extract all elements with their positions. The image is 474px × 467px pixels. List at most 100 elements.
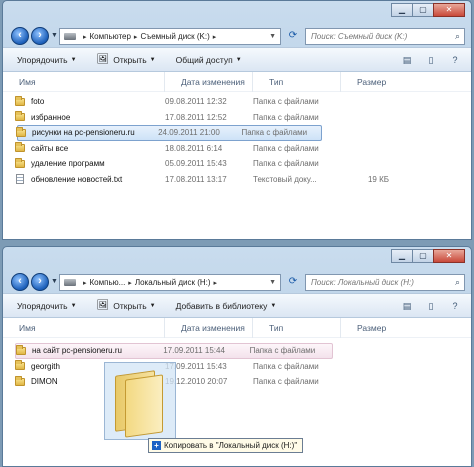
back-button[interactable]: ‹ bbox=[11, 273, 29, 291]
chevron-down-icon: ▼ bbox=[270, 302, 277, 309]
close-button[interactable]: ✕ bbox=[433, 249, 465, 263]
breadcrumb-removable-disk[interactable]: Съемный диск (K:) bbox=[140, 32, 209, 41]
search-icon[interactable]: ⌕ bbox=[455, 31, 460, 42]
chevron-down-icon: ▼ bbox=[70, 56, 77, 63]
maximize-button[interactable]: ▢ bbox=[412, 3, 434, 17]
forward-button[interactable]: › bbox=[31, 273, 49, 291]
file-row[interactable]: обновление новостей.txt 17.08.2011 13:17… bbox=[15, 172, 457, 188]
add-to-library-label: Добавить в библиотеку bbox=[175, 300, 268, 311]
file-date: 17.09.2011 15:44 bbox=[163, 346, 225, 356]
file-name: сайты все bbox=[31, 143, 69, 153]
copy-tooltip-text: Копировать в "Локальный диск (H:)" bbox=[164, 441, 298, 450]
file-name: DIMON bbox=[31, 377, 58, 387]
back-button[interactable]: ‹ bbox=[11, 27, 29, 45]
file-type: Папка с файлами bbox=[253, 143, 319, 153]
organize-button[interactable]: Упорядочить ▼ bbox=[17, 55, 77, 65]
organize-label: Упорядочить bbox=[17, 300, 68, 311]
copy-tooltip: + Копировать в "Локальный диск (H:)" bbox=[148, 438, 304, 453]
column-header-name[interactable]: Имя bbox=[3, 317, 165, 338]
folder-icon bbox=[15, 360, 25, 371]
file-row[interactable]: DIMON 19.12.2010 20:07 Папка с файлами bbox=[15, 374, 457, 390]
search-input[interactable] bbox=[311, 32, 446, 41]
folder-icon bbox=[16, 344, 26, 355]
file-row[interactable]: georgith 17.09.2011 15:43 Папка с файлам… bbox=[15, 359, 457, 375]
recent-pages-dropdown[interactable]: ▼ bbox=[51, 32, 58, 39]
search-box[interactable]: ⌕ bbox=[305, 274, 465, 291]
chevron-down-icon: ▼ bbox=[70, 302, 77, 309]
window-controls: ▁ ▢ ✕ bbox=[391, 3, 465, 17]
preview-pane-icon[interactable]: ▯ bbox=[423, 53, 439, 67]
column-header-date[interactable]: Дата изменения bbox=[165, 71, 253, 92]
folder-icon bbox=[15, 111, 25, 122]
preview-pane-icon[interactable]: ▯ bbox=[423, 299, 439, 313]
file-date: 19.12.2010 20:07 bbox=[165, 377, 228, 387]
file-type: Папка с файлами bbox=[241, 128, 308, 138]
file-name: foto bbox=[31, 97, 45, 107]
column-header-type[interactable]: Тип bbox=[253, 317, 341, 338]
refresh-button[interactable]: ⟳ bbox=[284, 274, 302, 291]
address-bar[interactable]: ▸ Компью... ▸ Локальный диск (H:) ▸ ▼ bbox=[59, 274, 281, 291]
title-bar[interactable]: ▁ ▢ ✕ bbox=[3, 1, 471, 25]
file-row-selected[interactable]: рисунки на pc-pensioneru.ru 24.09.2011 2… bbox=[16, 125, 322, 141]
file-row[interactable]: избранное 17.08.2011 12:52 Папка с файла… bbox=[15, 110, 457, 126]
chevron-right-icon[interactable]: ▸ bbox=[83, 279, 87, 287]
chevron-right-icon[interactable]: ▸ bbox=[134, 33, 138, 41]
forward-button[interactable]: › bbox=[31, 27, 49, 45]
view-options-icon[interactable]: ▤ bbox=[399, 53, 415, 67]
close-button[interactable]: ✕ bbox=[433, 3, 465, 17]
open-button[interactable]: 🖼 Открыть ▼ bbox=[97, 300, 156, 311]
file-list: Имя Дата изменения Тип Размер foto 09.08… bbox=[3, 71, 471, 239]
chevron-right-icon[interactable]: ▸ bbox=[214, 279, 218, 287]
column-header-type[interactable]: Тип bbox=[253, 71, 341, 92]
file-type: Папка с файлами bbox=[253, 97, 319, 107]
address-dropdown-icon[interactable]: ▼ bbox=[269, 279, 276, 286]
command-bar: Упорядочить ▼ 🖼 Открыть ▼ Общий доступ ▼ ▤ ▯… bbox=[3, 47, 471, 72]
file-name: на сайт pc-pensioneru.ru bbox=[32, 346, 122, 356]
file-date: 18.08.2011 6:14 bbox=[165, 143, 223, 153]
share-label: Общий доступ bbox=[175, 54, 233, 65]
chevron-down-icon: ▼ bbox=[235, 56, 242, 63]
organize-button[interactable]: Упорядочить ▼ bbox=[17, 301, 77, 311]
chevron-down-icon: ▼ bbox=[149, 302, 156, 309]
share-button[interactable]: Общий доступ ▼ bbox=[176, 55, 242, 65]
recent-pages-dropdown[interactable]: ▼ bbox=[51, 278, 58, 285]
column-header-name[interactable]: Имя bbox=[3, 71, 165, 92]
open-label: Открыть bbox=[113, 54, 147, 65]
column-header-size[interactable]: Размер bbox=[341, 318, 401, 338]
minimize-button[interactable]: ▁ bbox=[391, 249, 413, 263]
drive-icon bbox=[64, 33, 76, 40]
add-to-library-button[interactable]: Добавить в библиотеку ▼ bbox=[176, 301, 277, 311]
address-dropdown-icon[interactable]: ▼ bbox=[269, 33, 276, 40]
chevron-right-icon[interactable]: ▸ bbox=[213, 33, 217, 41]
breadcrumb-local-disk[interactable]: Локальный диск (H:) bbox=[135, 278, 211, 287]
file-name: избранное bbox=[31, 112, 71, 122]
search-input[interactable] bbox=[311, 278, 446, 287]
file-row[interactable]: удаление программ 05.09.2011 15:43 Папка… bbox=[15, 156, 457, 172]
open-button[interactable]: 🖼 Открыть ▼ bbox=[97, 54, 156, 65]
chevron-right-icon[interactable]: ▸ bbox=[83, 33, 87, 41]
help-icon[interactable]: ? bbox=[447, 299, 463, 313]
file-name: рисунки на pc-pensioneru.ru bbox=[32, 128, 135, 138]
drive-icon bbox=[64, 279, 76, 286]
search-icon[interactable]: ⌕ bbox=[455, 277, 460, 288]
maximize-button[interactable]: ▢ bbox=[412, 249, 434, 263]
help-icon[interactable]: ? bbox=[447, 53, 463, 67]
search-box[interactable]: ⌕ bbox=[305, 28, 465, 45]
breadcrumb-computer[interactable]: Компьютер bbox=[90, 32, 131, 41]
minimize-button[interactable]: ▁ bbox=[391, 3, 413, 17]
chevron-right-icon[interactable]: ▸ bbox=[128, 279, 132, 287]
title-bar[interactable]: ▁ ▢ ✕ bbox=[3, 247, 471, 271]
file-row[interactable]: сайты все 18.08.2011 6:14 Папка с файлам… bbox=[15, 141, 457, 157]
refresh-button[interactable]: ⟳ bbox=[284, 28, 302, 45]
file-name: обновление новостей.txt bbox=[31, 174, 123, 184]
address-bar[interactable]: ▸ Компьютер ▸ Съемный диск (K:) ▸ ▼ bbox=[59, 28, 281, 45]
folder-icon bbox=[16, 126, 26, 137]
file-row[interactable]: foto 09.08.2011 12:32 Папка с файлами bbox=[15, 94, 457, 110]
column-header-date[interactable]: Дата изменения bbox=[165, 317, 253, 338]
file-type: Папка с файлами bbox=[253, 112, 319, 122]
drag-preview bbox=[104, 362, 176, 440]
column-header-size[interactable]: Размер bbox=[341, 72, 401, 92]
file-row-drop-target[interactable]: на сайт pc-pensioneru.ru 17.09.2011 15:4… bbox=[15, 343, 333, 359]
breadcrumb-computer[interactable]: Компью... bbox=[90, 278, 126, 287]
view-options-icon[interactable]: ▤ bbox=[399, 299, 415, 313]
